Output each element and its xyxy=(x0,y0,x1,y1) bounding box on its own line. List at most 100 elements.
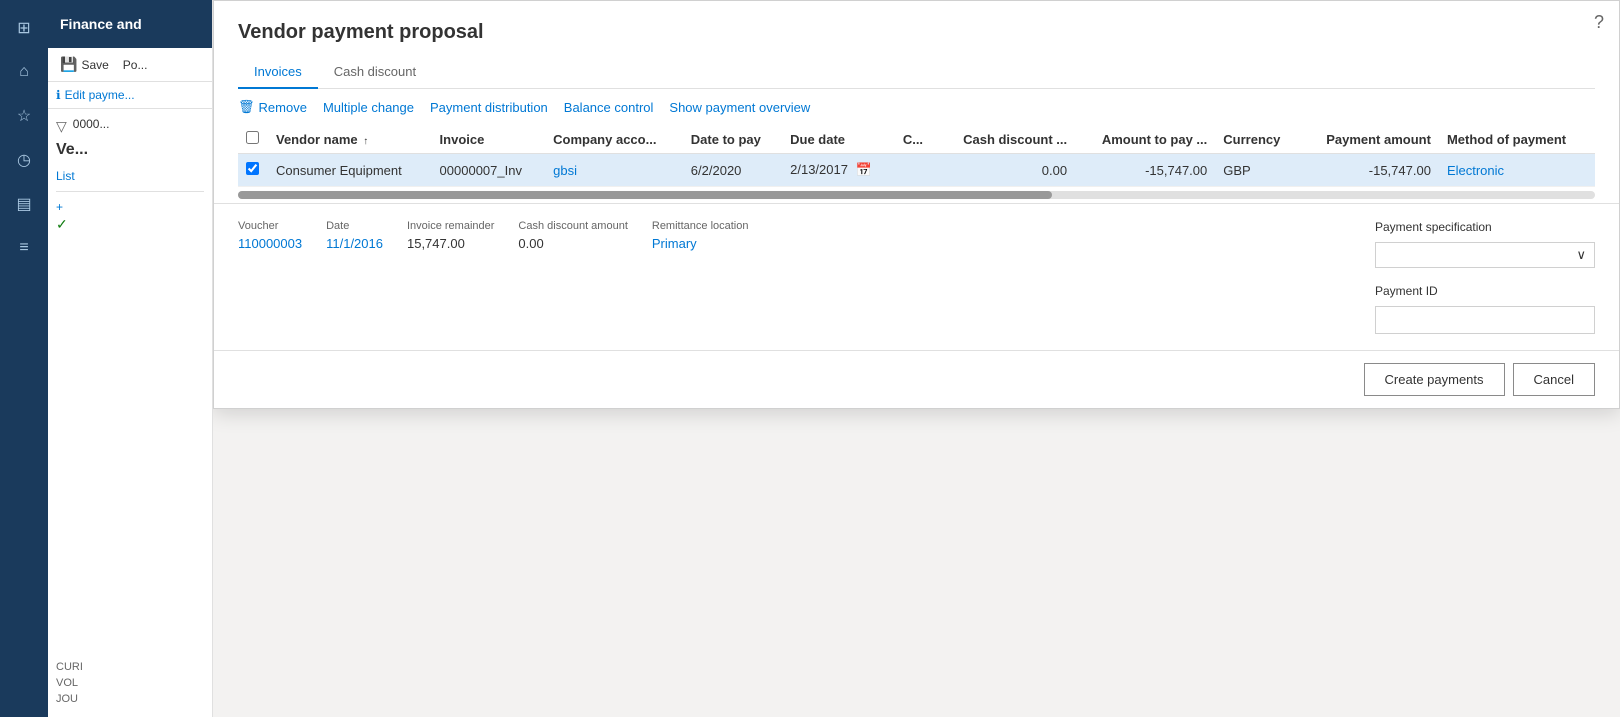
help-icon[interactable]: ? xyxy=(1594,12,1604,33)
left-bottom: CURI VOL JOU xyxy=(48,653,212,717)
date-value[interactable]: 11/1/2016 xyxy=(326,236,383,251)
payment-distribution-action[interactable]: Payment distribution xyxy=(430,100,548,115)
scrollbar-thumb[interactable] xyxy=(238,191,1052,199)
left-section-jou: JOU xyxy=(56,693,204,705)
left-content: ▽ 0000... Ve... List + ✓ xyxy=(48,109,212,653)
invoice-remainder-value: 15,747.00 xyxy=(407,236,494,251)
dialog-title: Vendor payment proposal xyxy=(238,21,1595,44)
remittance-location-label: Remittance location xyxy=(652,220,749,232)
info-icon: ℹ xyxy=(56,88,61,102)
create-payments-button[interactable]: Create payments xyxy=(1364,363,1505,396)
row-c xyxy=(895,154,937,187)
row-vendor-name: Consumer Equipment xyxy=(268,154,432,187)
left-section-curi: CURI xyxy=(56,661,204,673)
invoice-remainder-label: Invoice remainder xyxy=(407,220,494,232)
chart-icon[interactable]: ▤ xyxy=(4,184,44,224)
payment-id-input[interactable] xyxy=(1375,306,1595,334)
row-due-date: 2/13/2017 📅 xyxy=(782,154,895,187)
multiple-change-action[interactable]: Multiple change xyxy=(323,100,414,115)
calendar-icon[interactable]: 📅 xyxy=(856,162,872,177)
invoice-table: Vendor name ↑ Invoice Company acco... Da… xyxy=(238,125,1595,187)
cash-discount-amount-value: 0.00 xyxy=(518,236,627,251)
row-company-account[interactable]: gbsi xyxy=(545,154,683,187)
payment-specification-select[interactable]: ∨ xyxy=(1375,242,1595,268)
app-title-text: Finance and xyxy=(60,16,142,32)
dialog-header: Vendor payment proposal Invoices Cash di… xyxy=(214,1,1619,89)
col-checkbox xyxy=(238,125,268,154)
left-panel: Finance and 💾 Save Po... ℹ Edit payme...… xyxy=(48,0,213,717)
row-date-to-pay: 6/2/2020 xyxy=(683,154,782,187)
col-cash-discount: Cash discount ... xyxy=(937,125,1075,154)
row-invoice: 00000007_Inv xyxy=(432,154,546,187)
remove-action[interactable]: 🗑 Remove xyxy=(238,99,307,115)
row-method-of-payment[interactable]: Electronic xyxy=(1439,154,1595,187)
col-method-of-payment: Method of payment xyxy=(1439,125,1595,154)
details-section: Voucher 110000003 Date 11/1/2016 Invoice… xyxy=(214,203,1619,350)
cancel-button[interactable]: Cancel xyxy=(1513,363,1595,396)
sidebar-nav: ⊞ ⌂ ☆ ◷ ▤ ≡ xyxy=(0,0,48,717)
select-all-checkbox[interactable] xyxy=(246,131,259,144)
show-payment-overview-action[interactable]: Show payment overview xyxy=(669,100,810,115)
voucher-group: Voucher 110000003 xyxy=(238,220,302,334)
clock-icon[interactable]: ◷ xyxy=(4,140,44,180)
col-vendor-name: Vendor name ↑ xyxy=(268,125,432,154)
remove-icon: 🗑 xyxy=(238,99,255,115)
cash-discount-amount-group: Cash discount amount 0.00 xyxy=(518,220,627,334)
tab-cash-discount[interactable]: Cash discount xyxy=(318,56,432,89)
grid-icon[interactable]: ⊞ xyxy=(4,8,44,48)
col-amount-to-pay: Amount to pay ... xyxy=(1075,125,1215,154)
payment-specification-label: Payment specification xyxy=(1375,220,1595,234)
post-button[interactable]: Po... xyxy=(119,56,152,74)
invoice-remainder-group: Invoice remainder 15,747.00 xyxy=(407,220,494,334)
row-currency: GBP xyxy=(1215,154,1299,187)
invoice-table-container: Vendor name ↑ Invoice Company acco... Da… xyxy=(214,125,1619,187)
remittance-location-group: Remittance location Primary xyxy=(652,220,749,334)
home-icon[interactable]: ⌂ xyxy=(4,52,44,92)
row-payment-amount: -15,747.00 xyxy=(1300,154,1439,187)
vendor-payment-dialog: Vendor payment proposal Invoices Cash di… xyxy=(213,0,1620,409)
payment-id-label: Payment ID xyxy=(1375,284,1595,298)
col-invoice: Invoice xyxy=(432,125,546,154)
col-currency: Currency xyxy=(1215,125,1299,154)
col-payment-amount: Payment amount xyxy=(1300,125,1439,154)
table-row[interactable]: Consumer Equipment 00000007_Inv gbsi 6/2… xyxy=(238,154,1595,187)
tab-invoices[interactable]: Invoices xyxy=(238,56,318,89)
date-label: Date xyxy=(326,220,383,232)
edit-payment-button[interactable]: ℹ Edit payme... xyxy=(48,82,212,109)
dialog-tabs: Invoices Cash discount xyxy=(238,56,1595,89)
payment-specification-group: Payment specification ∨ xyxy=(1375,220,1595,268)
horizontal-scrollbar[interactable] xyxy=(238,191,1595,199)
voucher-value[interactable]: 110000003 xyxy=(238,236,302,251)
list-icon[interactable]: ≡ xyxy=(4,228,44,268)
filter-row: ▽ 0000... xyxy=(56,117,204,135)
row-checkbox-cell[interactable] xyxy=(238,154,268,187)
balance-control-action[interactable]: Balance control xyxy=(564,100,654,115)
section-title: Ve... xyxy=(56,141,204,159)
row-amount-to-pay: -15,747.00 xyxy=(1075,154,1215,187)
date-group: Date 11/1/2016 xyxy=(326,220,383,334)
row-checkbox[interactable] xyxy=(246,162,259,175)
star-icon[interactable]: ☆ xyxy=(4,96,44,136)
payment-id-group: Payment ID xyxy=(1375,284,1595,334)
save-button[interactable]: 💾 Save xyxy=(56,54,113,75)
cash-discount-amount-label: Cash discount amount xyxy=(518,220,627,232)
left-section-vol: VOL xyxy=(56,677,204,689)
col-c: C... xyxy=(895,125,937,154)
filter-icon[interactable]: ▽ xyxy=(56,118,67,135)
save-icon: 💾 xyxy=(60,56,77,73)
voucher-label: Voucher xyxy=(238,220,302,232)
col-company-account: Company acco... xyxy=(545,125,683,154)
list-item[interactable]: List xyxy=(56,167,204,185)
chevron-down-icon: ∨ xyxy=(1576,247,1586,263)
left-toolbar: 💾 Save Po... xyxy=(48,48,212,82)
row-cash-discount: 0.00 xyxy=(937,154,1075,187)
dialog-footer: Create payments Cancel xyxy=(214,350,1619,408)
col-due-date: Due date xyxy=(782,125,895,154)
sort-arrow-vendor: ↑ xyxy=(363,136,368,147)
app-title: Finance and xyxy=(48,0,212,48)
remittance-location-value[interactable]: Primary xyxy=(652,236,749,251)
filter-id: 0000... xyxy=(73,117,110,131)
add-button[interactable]: + xyxy=(56,198,63,216)
col-date-to-pay: Date to pay xyxy=(683,125,782,154)
dialog-toolbar: 🗑 Remove Multiple change Payment distrib… xyxy=(214,89,1619,125)
